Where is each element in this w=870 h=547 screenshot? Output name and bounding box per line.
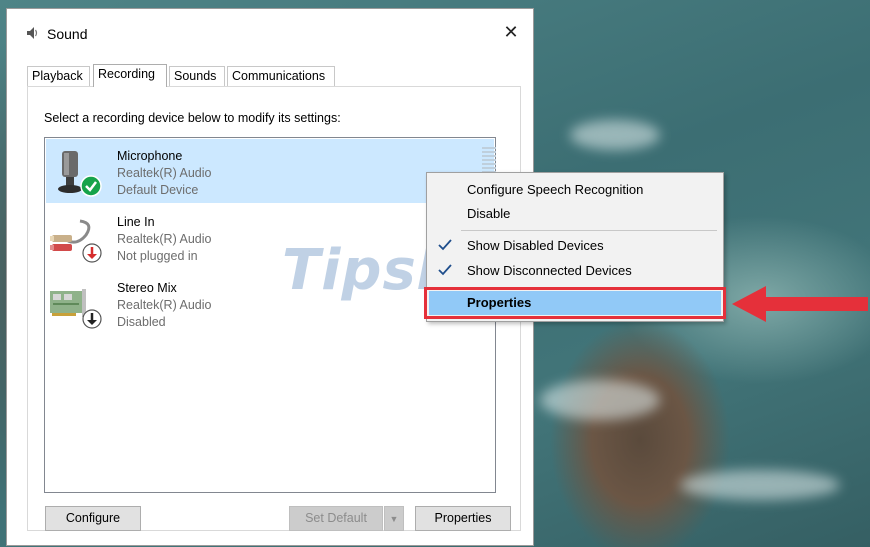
close-button[interactable]: ✕: [491, 15, 531, 49]
device-name: Line In: [117, 215, 155, 229]
instruction-text: Select a recording device below to modif…: [44, 111, 341, 125]
device-name: Stereo Mix: [117, 281, 177, 295]
menu-item-label: Disable: [467, 206, 511, 221]
menu-item-disable[interactable]: Disable: [429, 202, 721, 226]
device-driver: Realtek(R) Audio: [117, 232, 212, 246]
checkmark-icon: [438, 239, 452, 251]
device-status: Not plugged in: [117, 249, 198, 263]
menu-item-label: Configure Speech Recognition: [467, 182, 644, 197]
device-driver: Realtek(R) Audio: [117, 166, 212, 180]
tab-recording[interactable]: Recording: [93, 64, 167, 87]
device-status: Default Device: [117, 183, 199, 197]
speaker-icon: [27, 27, 38, 39]
menu-item-show-disabled[interactable]: Show Disabled Devices: [429, 234, 721, 258]
desktop-foam: [540, 380, 660, 420]
tab-communications[interactable]: Communications: [227, 66, 335, 86]
tab-sounds[interactable]: Sounds: [169, 66, 225, 86]
context-menu: Configure Speech Recognition Disable Sho…: [426, 172, 724, 322]
title-bar[interactable]: Sound ✕: [7, 9, 533, 55]
default-check-badge-icon: [80, 175, 102, 197]
menu-item-label: Show Disconnected Devices: [467, 263, 632, 278]
device-driver: Realtek(R) Audio: [117, 298, 212, 312]
not-plugged-badge-icon: [82, 243, 102, 263]
window-title: Sound: [47, 26, 88, 42]
set-default-dropdown-button[interactable]: ▼: [384, 506, 404, 531]
desktop-foam: [680, 470, 840, 500]
device-name: Microphone: [117, 149, 183, 163]
menu-item-label: Show Disabled Devices: [467, 238, 604, 253]
annotation-arrow-icon: [732, 286, 868, 322]
properties-button[interactable]: Properties: [415, 506, 511, 531]
menu-item-properties[interactable]: Properties: [429, 291, 721, 315]
menu-item-configure-speech[interactable]: Configure Speech Recognition: [429, 178, 721, 202]
disabled-badge-icon: [82, 309, 102, 329]
configure-button[interactable]: Configure: [45, 506, 141, 531]
chevron-down-icon: ▼: [389, 514, 399, 524]
set-default-button[interactable]: Set Default: [289, 506, 383, 531]
checkmark-icon: [438, 264, 452, 276]
tab-playback[interactable]: Playback: [27, 66, 90, 86]
menu-item-label: Properties: [467, 295, 532, 310]
device-status: Disabled: [117, 315, 166, 329]
menu-item-show-disconnected[interactable]: Show Disconnected Devices: [429, 259, 721, 283]
menu-separator: [461, 230, 717, 231]
desktop-foam: [570, 120, 660, 150]
